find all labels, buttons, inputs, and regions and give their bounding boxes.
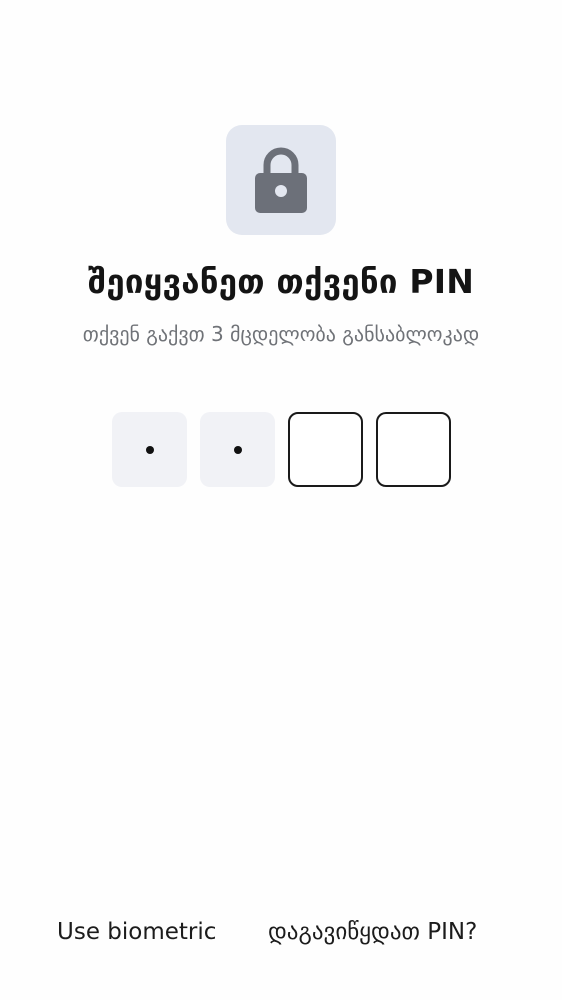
pin-slot-4	[376, 412, 451, 487]
pin-slot-1	[112, 412, 187, 487]
use-biometric-button[interactable]: Use biometric	[57, 910, 216, 954]
lock-tile	[226, 125, 336, 235]
page-title: შეიყვანეთ თქვენი PIN	[87, 262, 475, 301]
pin-dot	[233, 445, 242, 454]
pin-slot-3	[288, 412, 363, 487]
pin-input[interactable]	[112, 412, 451, 487]
pin-dot	[145, 445, 154, 454]
pin-lock-screen: შეიყვანეთ თქვენი PIN თქვენ გაქვთ 3 მცდელ…	[0, 0, 562, 1000]
attempts-remaining-text: თქვენ გაქვთ 3 მცდელობა განსაბლოკად	[82, 322, 480, 346]
forgot-pin-button[interactable]: დაგავიწყდათ PIN?	[268, 910, 504, 954]
lock-icon	[255, 147, 307, 213]
pin-slot-2	[200, 412, 275, 487]
